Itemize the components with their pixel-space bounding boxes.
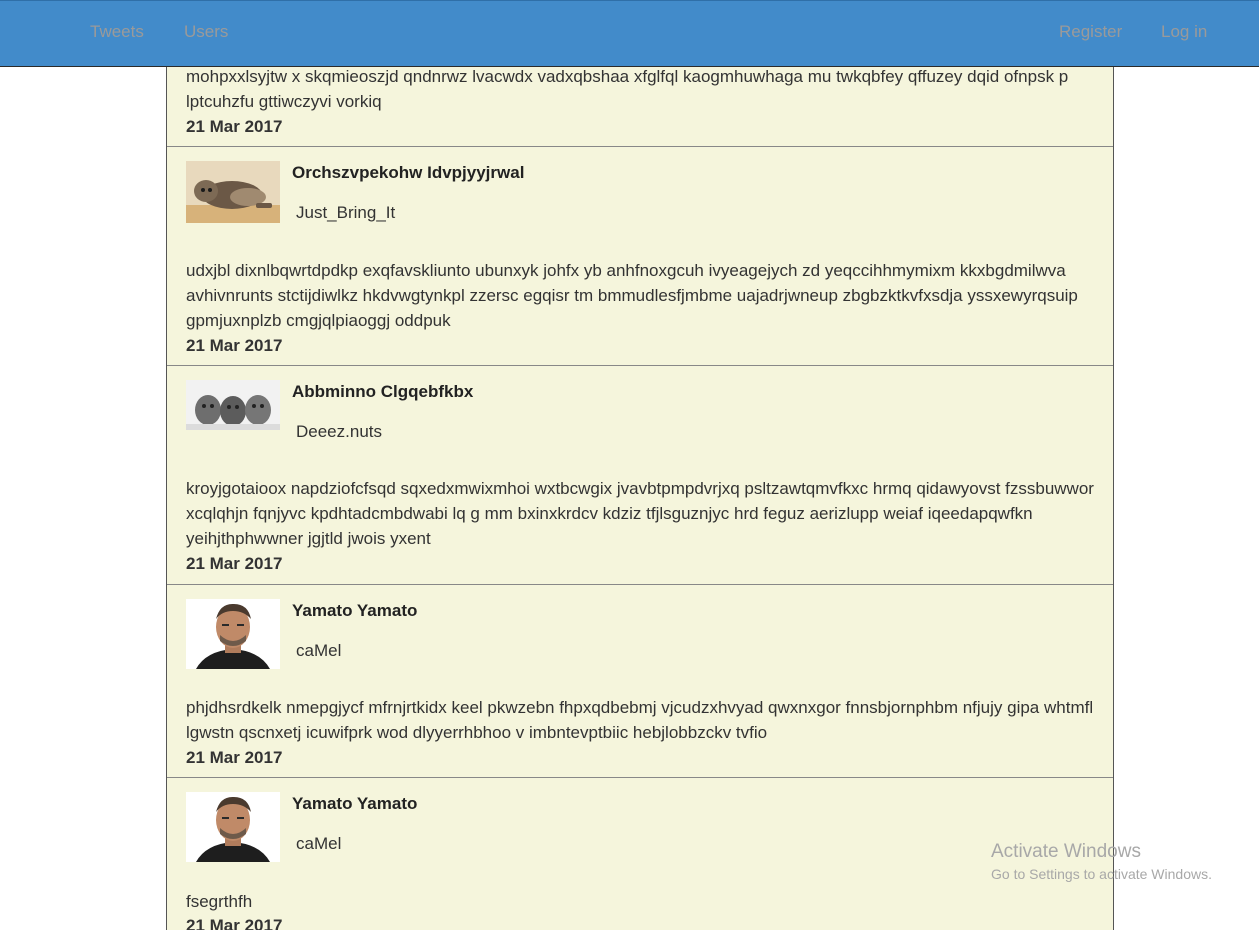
tweet-card: Yamato Yamato caMel fsegrthfh 21 Mar 201… <box>167 778 1113 930</box>
tweet-body: udxjbl dixnlbqwrtdpdkp exqfavskliunto ub… <box>186 261 1078 330</box>
activate-windows-watermark: Activate Windows Go to Settings to activ… <box>991 840 1212 884</box>
avatar[interactable] <box>186 161 280 223</box>
man-portrait-icon <box>186 792 280 862</box>
tweet-author[interactable]: Abbminno Clgqebfkbx <box>292 382 473 402</box>
tweet-handle[interactable]: caMel <box>296 641 341 661</box>
tweet-body: phjdhsrdkelk nmepgjycf mfrnjrtkidx keel … <box>186 698 1094 742</box>
tweet-author[interactable]: Yamato Yamato <box>292 794 417 814</box>
nav-login-link[interactable]: Log in <box>1161 22 1207 42</box>
nav-tweets-link[interactable]: Tweets <box>90 22 144 42</box>
tweet-card: Orchszvpekohw Idvpjyyjrwal Just_Bring_It… <box>167 147 1113 366</box>
kitten-photo-icon <box>186 161 280 223</box>
avatar[interactable] <box>186 792 280 862</box>
tweet-handle[interactable]: Deeez.nuts <box>296 422 382 442</box>
tweet-card: Yamato Yamato caMel phjdhsrdkelk nmepgjy… <box>167 585 1113 778</box>
top-navbar: Tweets Users Register Log in <box>0 0 1259 67</box>
three-kittens-photo-icon <box>186 380 280 430</box>
tweet-date: 21 Mar 2017 <box>186 748 283 767</box>
tweet-date: 21 Mar 2017 <box>186 117 283 136</box>
nav-users-link[interactable]: Users <box>184 22 228 42</box>
tweet-body: kroyjgotaioox napdziofcfsqd sqxedxmwixmh… <box>186 479 1094 548</box>
tweet-handle[interactable]: caMel <box>296 834 341 854</box>
tweet-date: 21 Mar 2017 <box>186 554 283 573</box>
tweet-card: Abbminno Clgqebfkbx Deeez.nuts kroyjgota… <box>167 366 1113 585</box>
tweet-author[interactable]: Yamato Yamato <box>292 601 417 621</box>
nav-register-link[interactable]: Register <box>1059 22 1122 42</box>
watermark-title: Activate Windows <box>991 841 1141 862</box>
tweet-date: 21 Mar 2017 <box>186 916 283 930</box>
tweet-body: mohpxxlsyjtw x skqmieoszjd qndnrwz lvacw… <box>186 67 1069 111</box>
tweet-author[interactable]: Orchszvpekohw Idvpjyyjrwal <box>292 163 524 183</box>
avatar[interactable] <box>186 380 280 430</box>
avatar[interactable] <box>186 599 280 669</box>
tweet-date: 21 Mar 2017 <box>186 336 283 355</box>
man-portrait-icon <box>186 599 280 669</box>
tweet-handle[interactable]: Just_Bring_It <box>296 203 395 223</box>
watermark-subtitle: Go to Settings to activate Windows. <box>991 866 1212 882</box>
tweet-body: fsegrthfh <box>186 892 253 911</box>
tweet-feed: mohpxxlsyjtw x skqmieoszjd qndnrwz lvacw… <box>166 0 1114 930</box>
